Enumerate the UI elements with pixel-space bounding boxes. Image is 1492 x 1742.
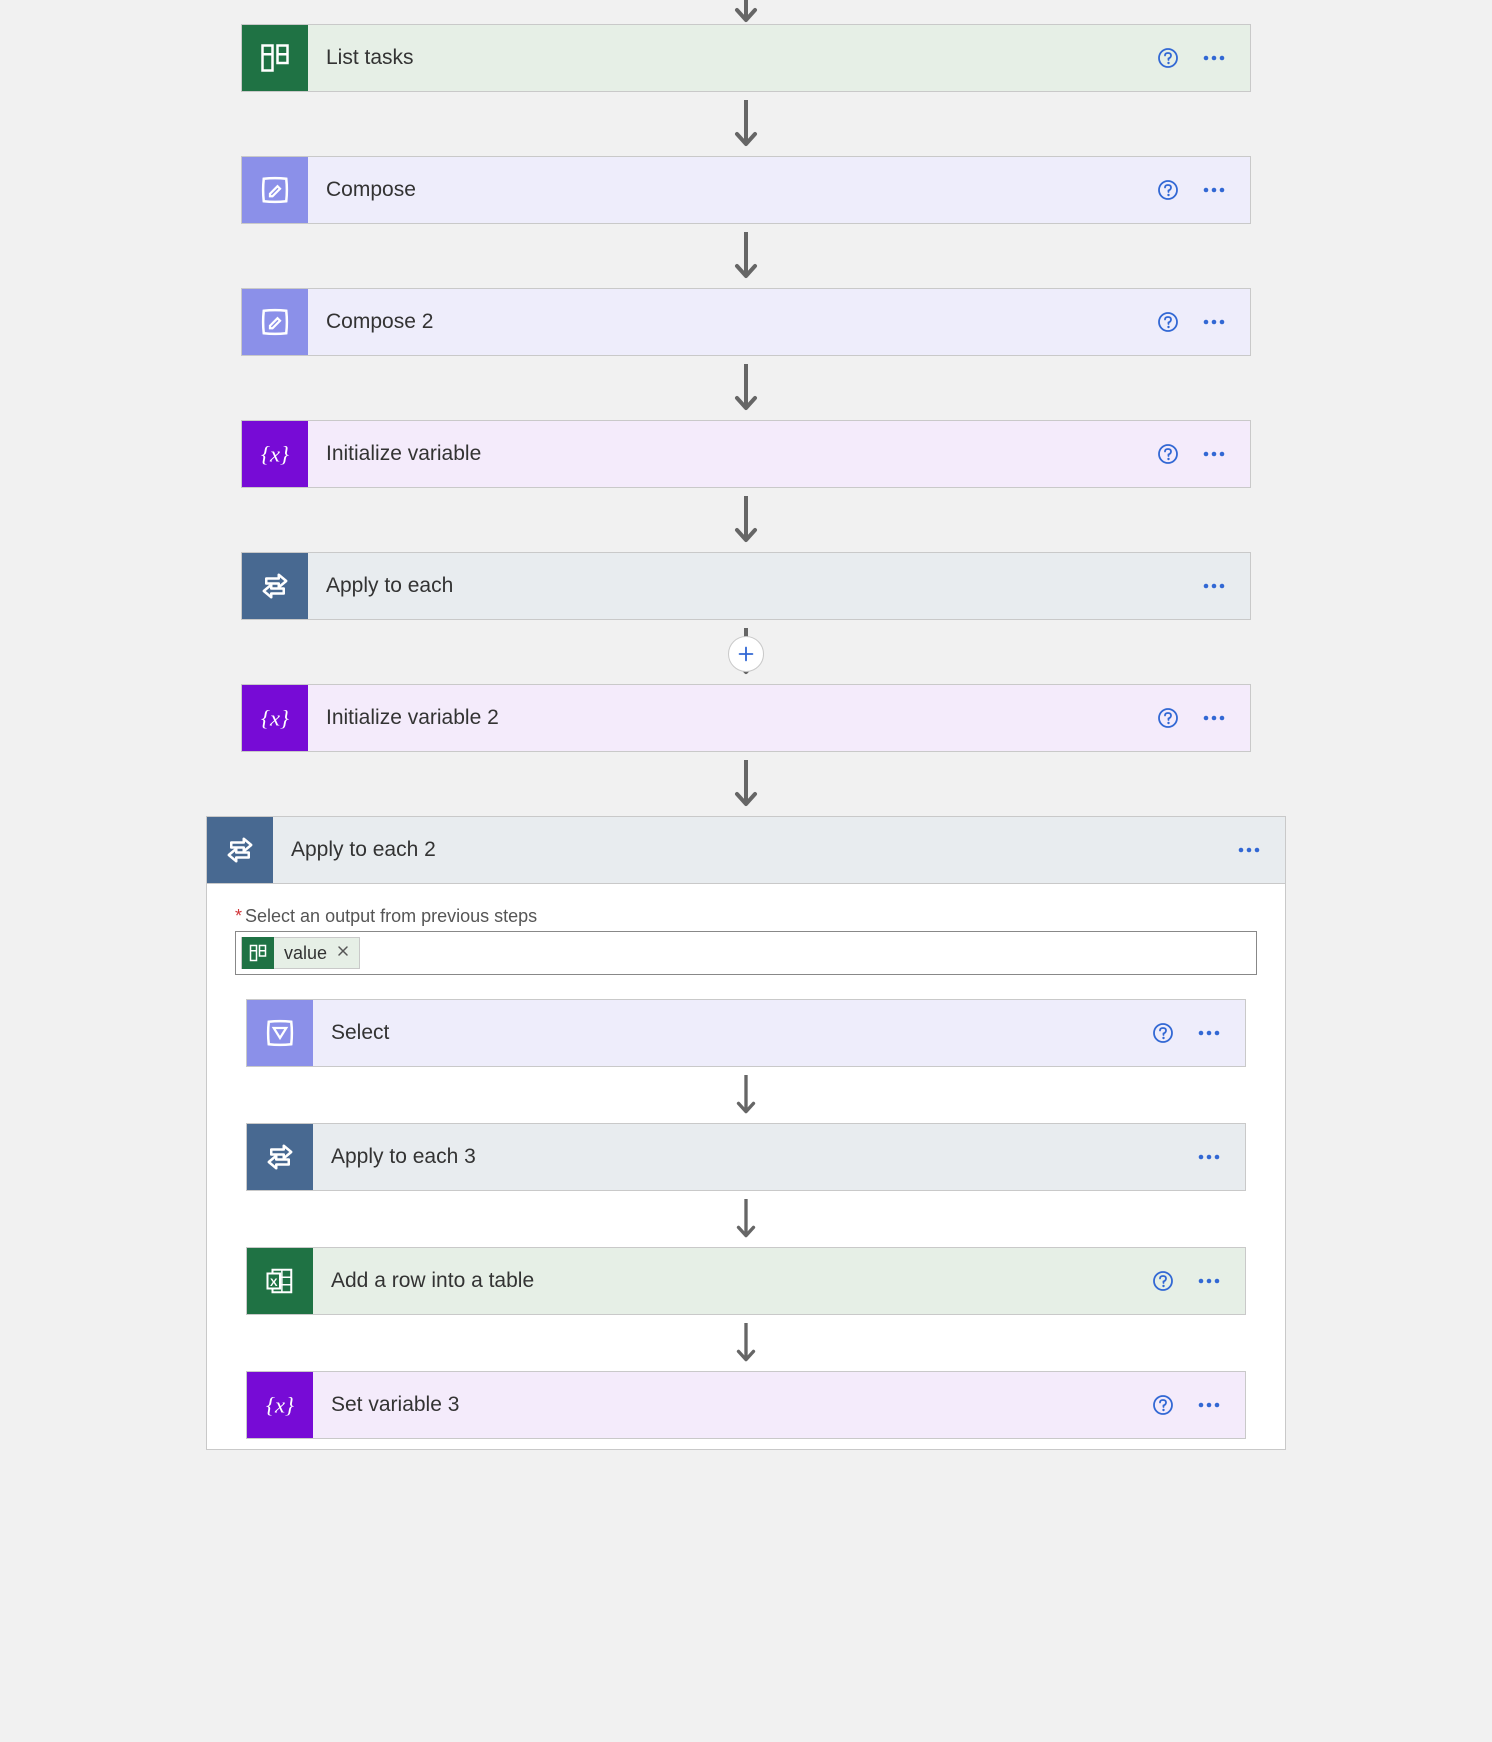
step-select[interactable]: Select bbox=[246, 999, 1246, 1067]
help-icon[interactable] bbox=[1156, 442, 1180, 466]
step-title: Select bbox=[313, 1000, 1151, 1066]
step-actions bbox=[1202, 553, 1250, 619]
planner-icon bbox=[242, 937, 274, 969]
flow-arrow bbox=[734, 1067, 758, 1123]
variable-icon bbox=[242, 421, 308, 487]
step-set-var-3[interactable]: Set variable 3 bbox=[246, 1371, 1246, 1439]
step-title: Initialize variable 2 bbox=[308, 685, 1156, 751]
token-value[interactable]: value bbox=[241, 937, 360, 969]
compose-icon bbox=[242, 157, 308, 223]
help-icon[interactable] bbox=[1151, 1393, 1175, 1417]
step-apply-each-2[interactable]: Apply to each 2 bbox=[207, 817, 1285, 884]
step-title: Add a row into a table bbox=[313, 1248, 1151, 1314]
flow-arrow bbox=[734, 1191, 758, 1247]
flow-arrow bbox=[734, 620, 758, 684]
output-selector-input[interactable]: value bbox=[235, 931, 1257, 975]
excel-icon bbox=[247, 1248, 313, 1314]
step-compose-2[interactable]: Compose 2 bbox=[241, 288, 1251, 356]
token-label: value bbox=[274, 943, 335, 964]
variable-icon bbox=[247, 1372, 313, 1438]
help-icon[interactable] bbox=[1156, 310, 1180, 334]
control-icon bbox=[242, 553, 308, 619]
menu-icon[interactable] bbox=[1202, 46, 1226, 70]
select-icon bbox=[247, 1000, 313, 1066]
step-init-var[interactable]: Initialize variable bbox=[241, 420, 1251, 488]
field-label: *Select an output from previous steps bbox=[235, 906, 1257, 927]
help-icon[interactable] bbox=[1156, 46, 1180, 70]
menu-icon[interactable] bbox=[1197, 1145, 1221, 1169]
help-icon[interactable] bbox=[1156, 706, 1180, 730]
step-actions bbox=[1151, 1372, 1245, 1438]
step-init-var-2[interactable]: Initialize variable 2 bbox=[241, 684, 1251, 752]
step-title: Initialize variable bbox=[308, 421, 1156, 487]
step-apply-each-3[interactable]: Apply to each 3 bbox=[246, 1123, 1246, 1191]
step-apply-each-2-container: Apply to each 2 *Select an output from p… bbox=[206, 816, 1286, 1450]
step-title: Set variable 3 bbox=[313, 1372, 1151, 1438]
help-icon[interactable] bbox=[1156, 178, 1180, 202]
step-actions bbox=[1151, 1248, 1245, 1314]
step-actions bbox=[1156, 25, 1250, 91]
control-icon bbox=[247, 1124, 313, 1190]
menu-icon[interactable] bbox=[1237, 838, 1261, 862]
step-compose[interactable]: Compose bbox=[241, 156, 1251, 224]
menu-icon[interactable] bbox=[1197, 1021, 1221, 1045]
help-icon[interactable] bbox=[1151, 1269, 1175, 1293]
step-actions bbox=[1156, 421, 1250, 487]
menu-icon[interactable] bbox=[1197, 1269, 1221, 1293]
step-title: Apply to each 3 bbox=[313, 1124, 1197, 1190]
step-title: Apply to each 2 bbox=[273, 817, 1237, 883]
step-title: Compose 2 bbox=[308, 289, 1156, 355]
menu-icon[interactable] bbox=[1202, 706, 1226, 730]
step-title: List tasks bbox=[308, 25, 1156, 91]
step-actions bbox=[1156, 685, 1250, 751]
step-actions bbox=[1156, 289, 1250, 355]
flow-arrow bbox=[734, 488, 758, 552]
control-icon bbox=[207, 817, 273, 883]
flow-arrow bbox=[734, 356, 758, 420]
step-list-tasks[interactable]: List tasks bbox=[241, 24, 1251, 92]
step-actions bbox=[1237, 817, 1285, 883]
step-title: Compose bbox=[308, 157, 1156, 223]
flow-arrow bbox=[734, 224, 758, 288]
planner-icon bbox=[242, 25, 308, 91]
flow-arrow bbox=[734, 92, 758, 156]
step-actions bbox=[1151, 1000, 1245, 1066]
menu-icon[interactable] bbox=[1197, 1393, 1221, 1417]
step-apply-each[interactable]: Apply to each bbox=[241, 552, 1251, 620]
flow-arrow bbox=[734, 1315, 758, 1371]
menu-icon[interactable] bbox=[1202, 178, 1226, 202]
flow-arrow bbox=[734, 752, 758, 816]
step-title: Apply to each bbox=[308, 553, 1202, 619]
add-step-button[interactable] bbox=[728, 636, 764, 672]
menu-icon[interactable] bbox=[1202, 574, 1226, 598]
flow-arrow bbox=[734, 0, 758, 24]
step-actions bbox=[1156, 157, 1250, 223]
compose-icon bbox=[242, 289, 308, 355]
menu-icon[interactable] bbox=[1202, 442, 1226, 466]
token-remove-icon[interactable] bbox=[335, 941, 359, 965]
variable-icon bbox=[242, 685, 308, 751]
step-actions bbox=[1197, 1124, 1245, 1190]
help-icon[interactable] bbox=[1151, 1021, 1175, 1045]
step-add-row[interactable]: Add a row into a table bbox=[246, 1247, 1246, 1315]
menu-icon[interactable] bbox=[1202, 310, 1226, 334]
